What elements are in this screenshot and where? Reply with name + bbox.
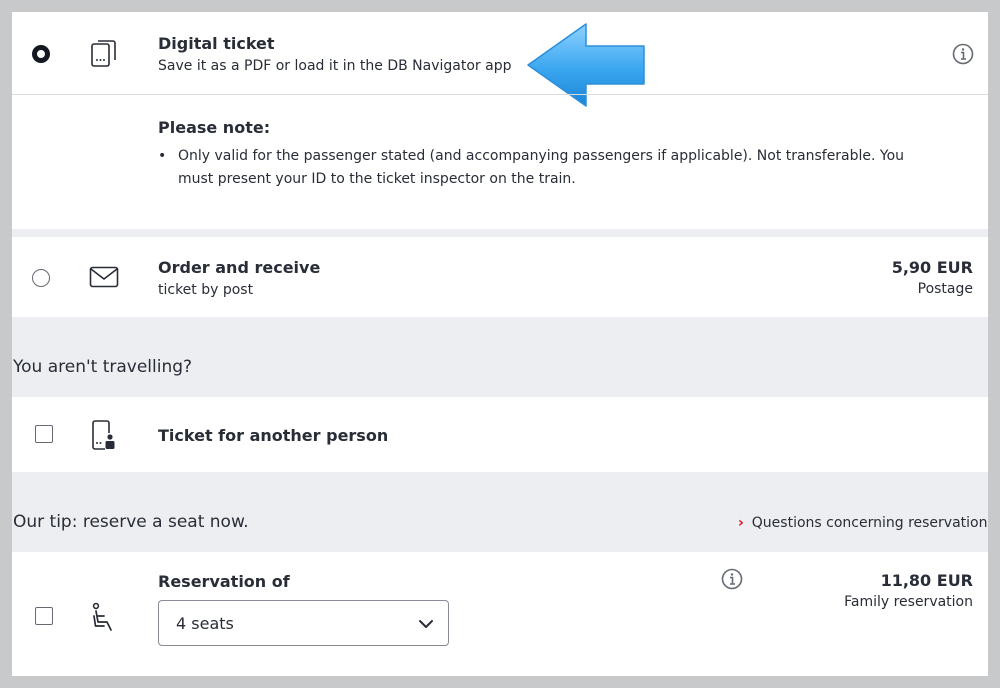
post-ticket-card: Order and receive ticket by post 5,90 EU… <box>12 237 988 317</box>
digital-ticket-card: Digital ticket Save it as a PDF or load … <box>12 12 988 229</box>
reservation-questions-link-text: Questions concerning reservation? <box>751 515 988 531</box>
reservation-price-label: Family reservation <box>844 594 973 610</box>
reservation-questions-link[interactable]: › Questions concerning reservation? <box>738 515 988 531</box>
post-ticket-price: 5,90 EUR <box>891 258 973 277</box>
post-ticket-radio[interactable] <box>32 269 50 287</box>
mobile-ticket-icon <box>91 40 116 67</box>
seat-icon <box>92 602 112 631</box>
reservation-price: 11,80 EUR <box>880 571 973 590</box>
post-ticket-subtitle: ticket by post <box>158 282 254 298</box>
reservation-title: Reservation of <box>158 572 290 591</box>
note-list: Only valid for the passenger stated (and… <box>158 145 938 191</box>
post-ticket-title: Order and receive <box>158 258 321 277</box>
note-item: Only valid for the passenger stated (and… <box>158 145 938 191</box>
card-divider <box>12 94 988 95</box>
digital-ticket-title: Digital ticket <box>158 34 275 53</box>
note-heading: Please note: <box>158 118 271 137</box>
post-ticket-price-label: Postage <box>917 281 973 297</box>
envelope-icon <box>89 266 119 288</box>
reservation-checkbox[interactable] <box>35 607 53 625</box>
another-person-card: Ticket for another person <box>12 397 988 472</box>
not-travelling-heading: You aren't travelling? <box>13 357 193 377</box>
chevron-down-icon <box>419 620 433 628</box>
another-person-label: Ticket for another person <box>158 426 389 445</box>
chevron-right-icon: › <box>738 515 744 531</box>
person-phone-icon <box>92 420 115 450</box>
digital-ticket-radio[interactable] <box>32 45 50 63</box>
seat-tip-heading: Our tip: reserve a seat now. <box>13 512 249 532</box>
seat-count-select[interactable]: 4 seats <box>158 600 449 646</box>
reservation-info-icon[interactable] <box>721 568 743 590</box>
another-person-checkbox[interactable] <box>35 425 53 443</box>
reservation-card: Reservation of 4 seats 11,80 EUR Family … <box>12 552 988 676</box>
info-icon[interactable] <box>952 43 974 65</box>
seat-count-value: 4 seats <box>176 614 234 633</box>
blue-arrow-icon <box>527 23 645 107</box>
digital-ticket-subtitle: Save it as a PDF or load it in the DB Na… <box>158 58 512 74</box>
booking-options-panel: Digital ticket Save it as a PDF or load … <box>12 12 988 676</box>
